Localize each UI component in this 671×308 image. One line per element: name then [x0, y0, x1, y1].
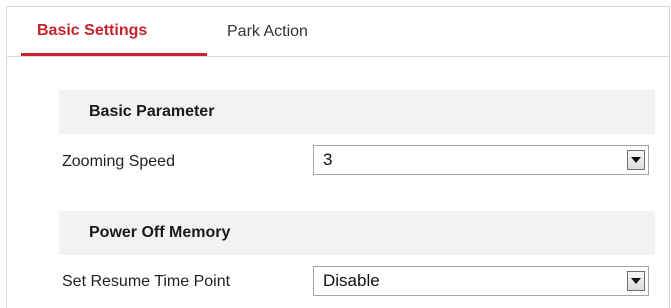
set-resume-time-point-value: Disable — [323, 271, 380, 290]
power-off-memory-title: Power Off Memory — [89, 224, 231, 241]
basic-parameter-title: Basic Parameter — [89, 103, 215, 120]
set-resume-time-point-select[interactable]: Disable — [313, 266, 649, 296]
zooming-speed-select[interactable]: 3 — [313, 145, 649, 175]
basic-parameter-header: Basic Parameter — [59, 90, 655, 134]
tab-bar: Basic Settings Park Action — [7, 7, 669, 57]
tab-park-action[interactable]: Park Action — [209, 7, 349, 56]
set-resume-time-point-label: Set Resume Time Point — [62, 273, 231, 290]
chevron-down-icon[interactable] — [627, 150, 645, 170]
tab-park-action-label: Park Action — [227, 22, 308, 40]
zooming-speed-value: 3 — [323, 150, 333, 169]
tab-basic-settings-label: Basic Settings — [37, 22, 148, 39]
chevron-down-icon[interactable] — [627, 271, 645, 291]
power-off-memory-header: Power Off Memory — [59, 211, 655, 255]
zooming-speed-label: Zooming Speed — [62, 153, 175, 170]
tab-basic-settings[interactable]: Basic Settings — [21, 7, 207, 56]
